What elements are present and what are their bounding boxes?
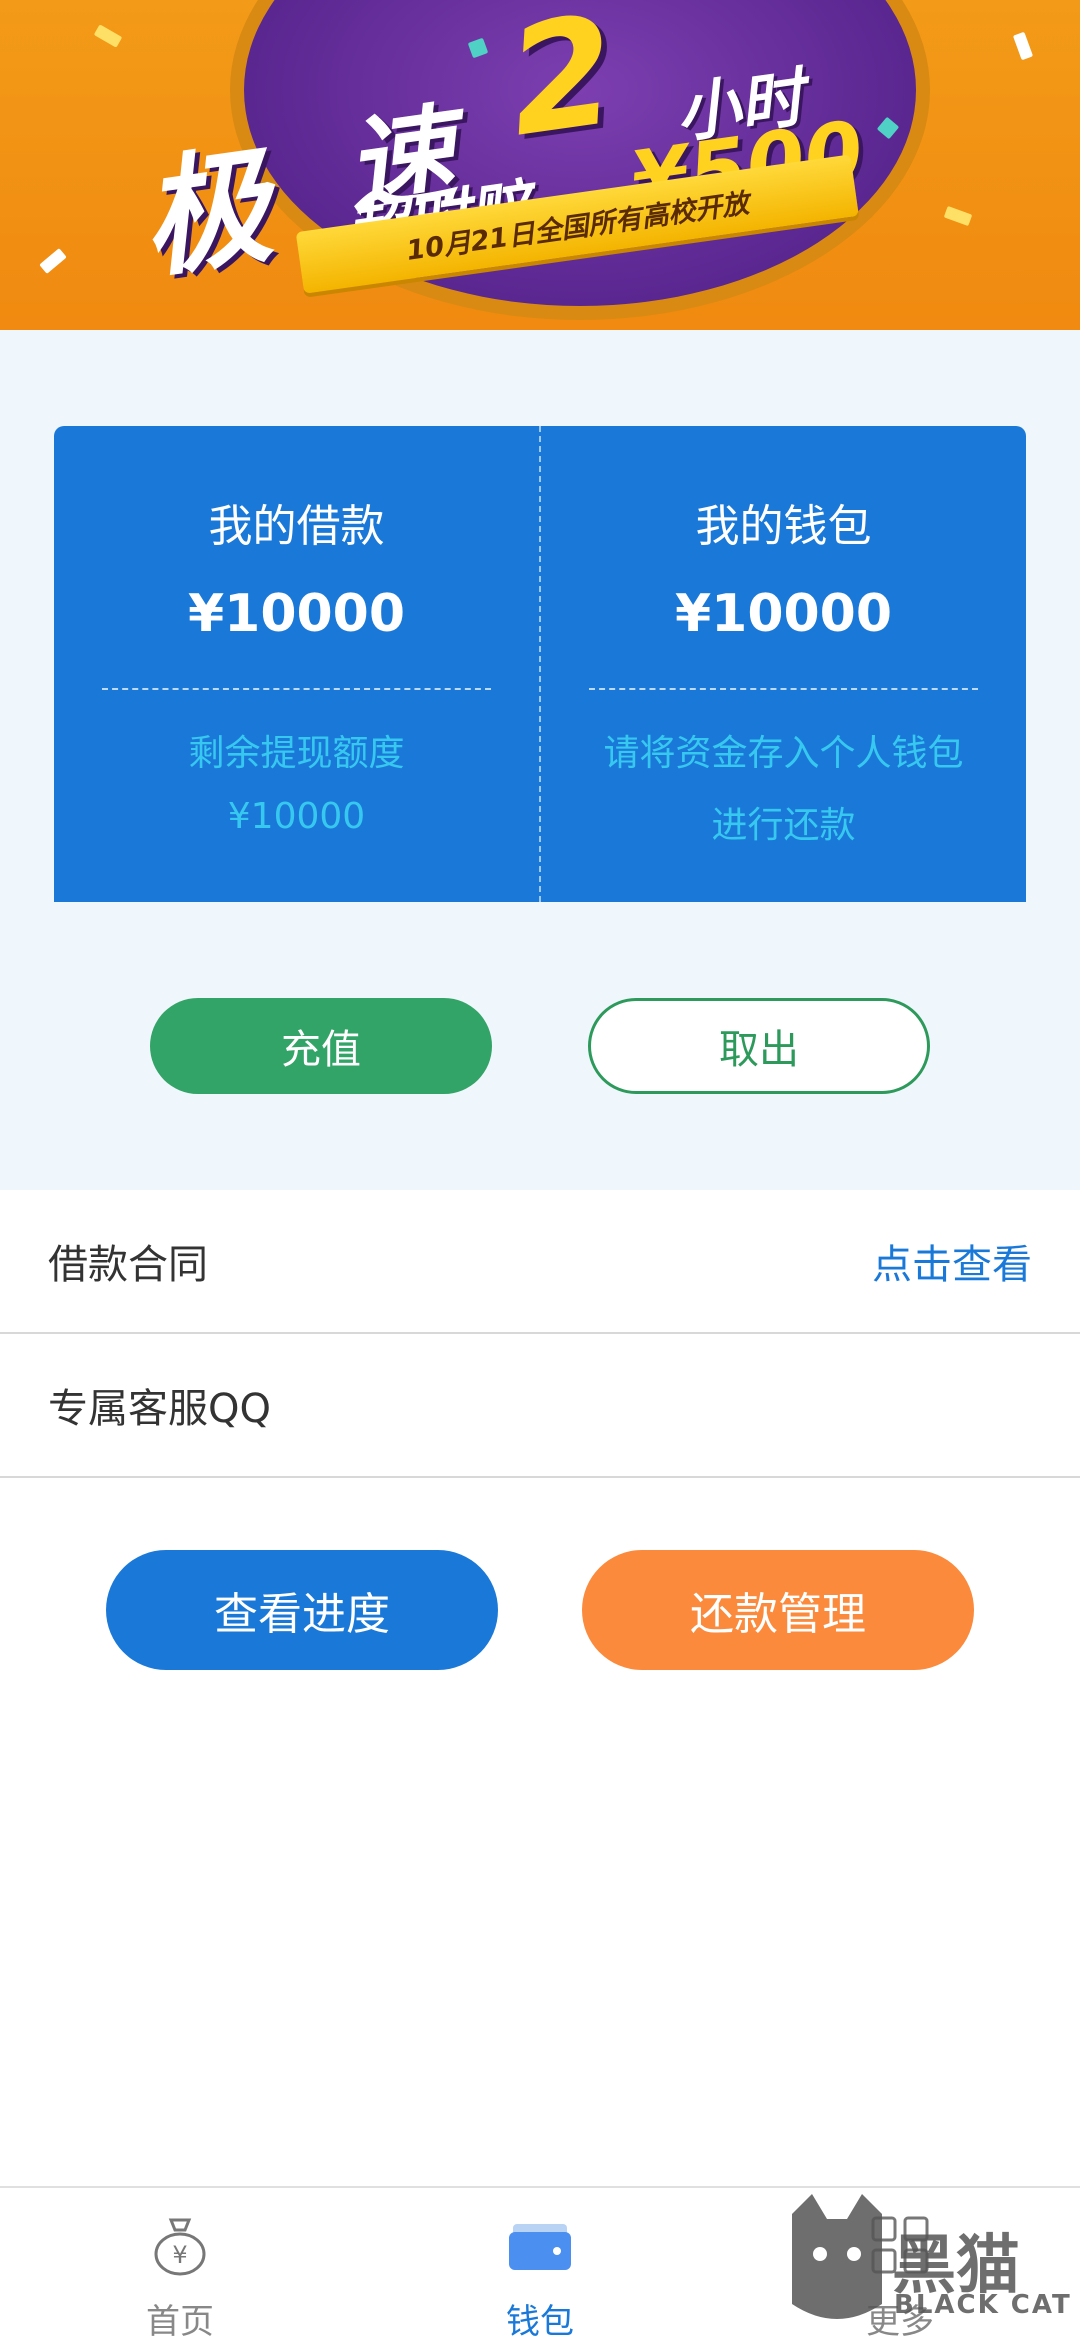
loan-title: 我的借款 [208,501,385,552]
black-cat-watermark: 黑猫 BLACK CAT [782,2184,1072,2334]
wallet-card: 我的借款 ¥10000 剩余提现额度 ¥10000 我的钱包 ¥10000 请将… [54,426,1026,902]
wallet-hint-line2: 进行还款 [711,805,856,846]
wallet-amount: ¥10000 [674,584,893,644]
confetti-decoration [39,248,67,274]
loan-panel[interactable]: 我的借款 ¥10000 剩余提现额度 ¥10000 [54,426,539,902]
promo-banner[interactable]: 极 速 2 小时 超时赔 ¥500 10月21日全国所有高校开放 [0,0,1080,330]
remaining-quota-value: ¥10000 [227,796,366,837]
tab-wallet-label: 钱包 [506,2302,574,2340]
view-contract-link[interactable]: 点击查看 [872,1232,1032,1290]
wallet-summary-section: 我的借款 ¥10000 剩余提现额度 ¥10000 我的钱包 ¥10000 请将… [0,330,1080,1190]
tab-home[interactable]: ¥ 首页 [0,2188,360,2340]
confetti-decoration [93,24,123,48]
tab-home-label: 首页 [146,2302,214,2340]
recharge-button[interactable]: 充值 [150,998,492,1094]
customer-service-qq-row[interactable]: 专属客服QQ [0,1334,1080,1478]
withdraw-button[interactable]: 取出 [588,998,930,1094]
wallet-hint-line1: 请将资金存入个人钱包 [603,733,964,774]
banner-word-ji: 极 [131,132,274,297]
tab-wallet[interactable]: 钱包 [360,2188,720,2340]
confetti-decoration [943,205,973,227]
confetti-decoration [1012,31,1034,61]
wallet-title: 我的钱包 [695,501,872,552]
loan-contract-row[interactable]: 借款合同 点击查看 [0,1190,1080,1334]
repayment-management-button[interactable]: 还款管理 [582,1550,974,1670]
view-progress-button[interactable]: 查看进度 [106,1550,498,1670]
loan-amount: ¥10000 [187,584,406,644]
money-bag-icon: ¥ [154,2218,206,2276]
wallet-panel[interactable]: 我的钱包 ¥10000 请将资金存入个人钱包 进行还款 [539,426,1026,902]
svg-text:¥: ¥ [172,2241,187,2269]
customer-service-qq-label: 专属客服QQ [48,1386,271,1432]
divider [102,688,491,690]
cat-logo-icon [792,2194,882,2319]
wallet-icon [509,2224,571,2270]
remaining-quota-label: 剩余提现额度 [188,733,405,774]
watermark-subtext: BLACK CAT [894,2290,1072,2320]
loan-contract-label: 借款合同 [48,1242,208,1288]
divider [589,688,978,690]
